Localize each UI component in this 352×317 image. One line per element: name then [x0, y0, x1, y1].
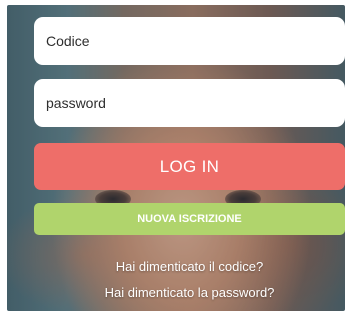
new-registration-button[interactable]: NUOVA ISCRIZIONE: [34, 203, 345, 235]
forgot-code-link[interactable]: Hai dimenticato il codice?: [34, 259, 345, 274]
forgot-password-link[interactable]: Hai dimenticato la password?: [34, 285, 345, 300]
password-input[interactable]: [34, 79, 345, 127]
login-panel: LOG IN NUOVA ISCRIZIONE Hai dimenticato …: [7, 5, 345, 311]
code-input[interactable]: [34, 17, 345, 65]
login-button[interactable]: LOG IN: [34, 143, 345, 190]
